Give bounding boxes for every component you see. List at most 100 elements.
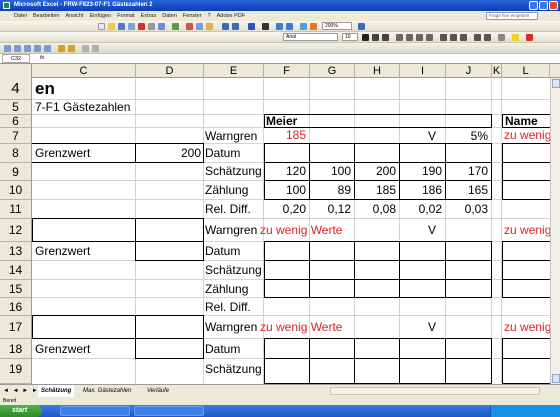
- cell-g9[interactable]: 100: [309, 164, 354, 178]
- row-header-4[interactable]: 4: [0, 78, 32, 100]
- cell-i10[interactable]: 186: [399, 183, 445, 197]
- bold-icon[interactable]: [362, 34, 369, 41]
- menu-help[interactable]: ?: [208, 11, 211, 21]
- cell-d8[interactable]: 200: [136, 146, 204, 160]
- vertical-scrollbar[interactable]: [550, 78, 560, 384]
- row-header-14[interactable]: 14: [0, 261, 32, 280]
- align-center-icon[interactable]: [406, 34, 413, 41]
- show-comments-icon[interactable]: [68, 45, 75, 52]
- currency-icon[interactable]: [440, 34, 447, 41]
- column-header-f[interactable]: F: [264, 64, 310, 78]
- new-icon[interactable]: [98, 23, 105, 30]
- font-select[interactable]: Arial: [283, 33, 338, 41]
- cell-i9[interactable]: 190: [399, 164, 445, 178]
- review-icon-3[interactable]: [24, 45, 31, 52]
- column-header-d[interactable]: D: [136, 64, 204, 78]
- cell-l7[interactable]: zu wenig: [504, 128, 551, 142]
- percent-icon[interactable]: [450, 34, 457, 41]
- menu-einfuegen[interactable]: Einfügen: [90, 11, 112, 21]
- taskbar-item-2[interactable]: [134, 406, 204, 416]
- cell-i12[interactable]: V: [428, 223, 436, 237]
- row-header-5[interactable]: 5: [0, 100, 32, 115]
- row-header-13[interactable]: 13: [0, 242, 32, 261]
- cell-e12[interactable]: Warngren: [205, 223, 257, 237]
- row-header-16[interactable]: 16: [0, 298, 32, 316]
- cell-f6[interactable]: Meier: [266, 114, 297, 128]
- cell-h9[interactable]: 200: [354, 164, 399, 178]
- review-icon-2[interactable]: [14, 45, 21, 52]
- cell-f12[interactable]: zu wenig Werte: [260, 223, 342, 237]
- row-header-17[interactable]: 17: [0, 316, 32, 339]
- cell-l6[interactable]: Name: [505, 114, 538, 128]
- italic-icon[interactable]: [372, 34, 379, 41]
- cell-i7[interactable]: V: [428, 129, 436, 143]
- cell-j9[interactable]: 170: [445, 164, 491, 178]
- column-header-i[interactable]: I: [400, 64, 446, 78]
- autosum-icon[interactable]: [262, 23, 269, 30]
- cell-i11[interactable]: 0,02: [399, 202, 445, 216]
- redo-icon[interactable]: [232, 23, 239, 30]
- cell-j11[interactable]: 0,03: [445, 202, 491, 216]
- cell-c18[interactable]: Grenzwert: [35, 342, 90, 356]
- start-button[interactable]: start: [0, 405, 42, 417]
- cell-c13[interactable]: Grenzwert: [35, 244, 90, 258]
- select-all-corner[interactable]: [0, 64, 32, 78]
- cut-icon[interactable]: [186, 23, 193, 30]
- cell-f9[interactable]: 120: [264, 164, 309, 178]
- sort-asc-icon[interactable]: [276, 23, 283, 30]
- reply-icon[interactable]: [82, 45, 89, 52]
- maximize-button[interactable]: [539, 1, 548, 10]
- row-header-8[interactable]: 8: [0, 144, 32, 163]
- thousands-icon[interactable]: [460, 34, 467, 41]
- fx-icon[interactable]: fx: [40, 54, 44, 63]
- cell-e18[interactable]: Datum: [205, 342, 240, 356]
- row-header-6[interactable]: 6: [0, 115, 32, 128]
- cell-e15[interactable]: Zählung: [205, 282, 248, 296]
- column-header-h[interactable]: H: [355, 64, 400, 78]
- borders-icon[interactable]: [498, 34, 505, 41]
- menu-fenster[interactable]: Fenster: [183, 11, 202, 21]
- align-left-icon[interactable]: [396, 34, 403, 41]
- column-header-l[interactable]: L: [502, 64, 550, 78]
- review-icon-1[interactable]: [4, 45, 11, 52]
- cell-e7[interactable]: Warngren: [205, 129, 257, 143]
- sort-desc-icon[interactable]: [286, 23, 293, 30]
- hyperlink-icon[interactable]: [248, 23, 255, 30]
- cell-c4[interactable]: en: [35, 79, 55, 99]
- minimize-button[interactable]: [529, 1, 538, 10]
- horizontal-scrollbar[interactable]: [330, 387, 540, 395]
- tab-verlaeufe[interactable]: Verläufe: [144, 385, 172, 397]
- cell-h10[interactable]: 185: [354, 183, 399, 197]
- column-header-c[interactable]: C: [32, 64, 136, 78]
- save-icon[interactable]: [118, 23, 125, 30]
- ask-question-input[interactable]: Frage hier eingeben: [486, 12, 538, 20]
- cell-h11[interactable]: 0,08: [354, 202, 399, 216]
- cell-e14[interactable]: Schätzung: [205, 263, 263, 277]
- zoom-select[interactable]: 200%: [322, 22, 352, 30]
- taskbar-item-1[interactable]: [60, 406, 130, 416]
- cell-e9[interactable]: Schätzung: [205, 164, 263, 178]
- name-box[interactable]: C32: [2, 54, 30, 63]
- underline-icon[interactable]: [382, 34, 389, 41]
- cell-l12[interactable]: zu wenig: [504, 223, 551, 237]
- chart-wizard-icon[interactable]: [300, 23, 307, 30]
- help-icon[interactable]: [358, 23, 365, 30]
- fill-color-icon[interactable]: [512, 34, 519, 41]
- cell-e8[interactable]: Datum: [205, 146, 240, 160]
- undo-icon[interactable]: [222, 23, 229, 30]
- close-button[interactable]: [549, 1, 558, 10]
- cell-l17[interactable]: zu wenig: [504, 320, 551, 334]
- decrease-indent-icon[interactable]: [474, 34, 481, 41]
- menu-extras[interactable]: Extras: [141, 11, 157, 21]
- cell-f7[interactable]: 185: [286, 128, 306, 142]
- menu-bearbeiten[interactable]: Bearbeiten: [33, 11, 60, 21]
- increase-indent-icon[interactable]: [484, 34, 491, 41]
- cell-j7[interactable]: 5%: [445, 129, 491, 143]
- tab-max-gaestezahlen[interactable]: Max. Gästezahlen: [80, 385, 134, 397]
- cell-e11[interactable]: Rel. Diff.: [205, 202, 251, 216]
- drawing-icon[interactable]: [310, 23, 317, 30]
- row-header-19[interactable]: 19: [0, 359, 32, 384]
- cell-c5[interactable]: 7-F1 Gästezahlen: [35, 100, 130, 114]
- merge-center-icon[interactable]: [426, 34, 433, 41]
- cell-e19[interactable]: Schätzung: [205, 362, 263, 376]
